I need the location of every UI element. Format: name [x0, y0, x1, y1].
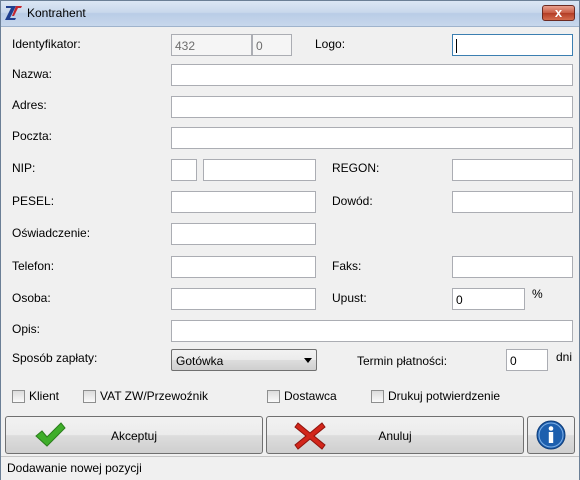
cancel-button[interactable]: Anuluj: [266, 416, 524, 454]
nazwa-field[interactable]: [171, 64, 573, 86]
osoba-label: Osoba:: [12, 291, 51, 305]
identyfikator-sub-value: 0: [256, 39, 263, 53]
klient-checkbox[interactable]: Klient: [12, 389, 72, 405]
pesel-label: PESEL:: [12, 194, 55, 208]
termin-platnosci-field[interactable]: 0: [506, 349, 548, 371]
close-button[interactable]: x: [542, 5, 575, 21]
upust-label: Upust:: [332, 291, 367, 305]
app-logo-icon: [5, 6, 22, 20]
sposob-zaplaty-select[interactable]: Gotówka: [171, 349, 317, 371]
vat-checkbox-label: VAT ZW/Przewoźnik: [100, 389, 209, 403]
dostawca-checkbox[interactable]: Dostawca: [267, 389, 357, 405]
cancel-button-label: Anuluj: [378, 429, 412, 443]
poczta-field[interactable]: [171, 127, 573, 149]
termin-platnosci-label: Termin płatności:: [357, 354, 448, 368]
termin-dni-label: dni: [556, 350, 573, 364]
adres-label: Adres:: [12, 98, 47, 112]
dowod-label: Dowód:: [332, 194, 373, 208]
drukuj-checkbox-box[interactable]: [371, 390, 384, 403]
nip-prefix-field[interactable]: [171, 159, 197, 181]
regon-field[interactable]: [452, 159, 573, 181]
sposob-zaplaty-label: Sposób zapłaty:: [12, 351, 98, 365]
status-text: Dodawanie nowej pozycji: [7, 461, 142, 475]
opis-label: Opis:: [12, 322, 41, 336]
oswiadczenie-field[interactable]: [171, 223, 316, 245]
chevron-down-icon: [304, 358, 312, 363]
drukuj-checkbox[interactable]: Drukuj potwierdzenie: [371, 389, 531, 405]
poczta-label: Poczta:: [12, 129, 53, 143]
upust-value: 0: [456, 293, 463, 307]
window-title: Kontrahent: [27, 6, 86, 20]
oswiadczenie-label: Oświadczenie:: [12, 226, 91, 240]
title-bar[interactable]: Kontrahent x: [1, 1, 579, 27]
dowod-field[interactable]: [452, 191, 573, 213]
adres-field[interactable]: [171, 96, 573, 118]
form-area: Identyfikator: 432 0 Logo: Nazwa: Adres:…: [1, 27, 579, 480]
pesel-field[interactable]: [171, 191, 316, 213]
logo-field[interactable]: [452, 34, 573, 56]
sposob-zaplaty-value: Gotówka: [176, 354, 224, 368]
faks-field[interactable]: [452, 256, 573, 278]
upust-percent-label: %: [532, 287, 543, 301]
accept-button-label: Akceptuj: [110, 429, 158, 443]
accept-button[interactable]: Akceptuj: [5, 416, 263, 454]
regon-label: REGON:: [332, 161, 380, 175]
klient-checkbox-label: Klient: [29, 389, 60, 403]
osoba-field[interactable]: [171, 288, 316, 310]
dostawca-checkbox-box[interactable]: [267, 390, 280, 403]
close-icon: x: [554, 5, 563, 20]
status-bar: Dodawanie nowej pozycji: [1, 456, 579, 480]
telefon-field[interactable]: [171, 256, 316, 278]
nip-field[interactable]: [203, 159, 316, 181]
vat-checkbox-box[interactable]: [83, 390, 96, 403]
identyfikator-field: 432: [171, 34, 252, 56]
dostawca-checkbox-label: Dostawca: [284, 389, 337, 403]
vat-checkbox[interactable]: VAT ZW/Przewoźnik: [83, 389, 233, 405]
nip-label: NIP:: [12, 161, 36, 175]
info-icon: [536, 420, 566, 450]
upust-field[interactable]: 0: [452, 288, 525, 310]
info-button[interactable]: [527, 416, 575, 454]
identyfikator-value: 432: [175, 39, 196, 53]
telefon-label: Telefon:: [12, 259, 55, 273]
klient-checkbox-box[interactable]: [12, 390, 25, 403]
kontrahent-dialog: Kontrahent x Identyfikator: 432 0 Logo: …: [0, 0, 580, 480]
termin-platnosci-value: 0: [510, 354, 517, 368]
logo-label: Logo:: [315, 37, 346, 51]
opis-field[interactable]: [171, 320, 573, 342]
text-caret: [456, 39, 457, 53]
nazwa-label: Nazwa:: [12, 67, 53, 81]
drukuj-checkbox-label: Drukuj potwierdzenie: [388, 389, 501, 403]
identyfikator-label: Identyfikator:: [12, 37, 81, 51]
faks-label: Faks:: [332, 259, 362, 273]
identyfikator-sub-field: 0: [252, 34, 292, 56]
